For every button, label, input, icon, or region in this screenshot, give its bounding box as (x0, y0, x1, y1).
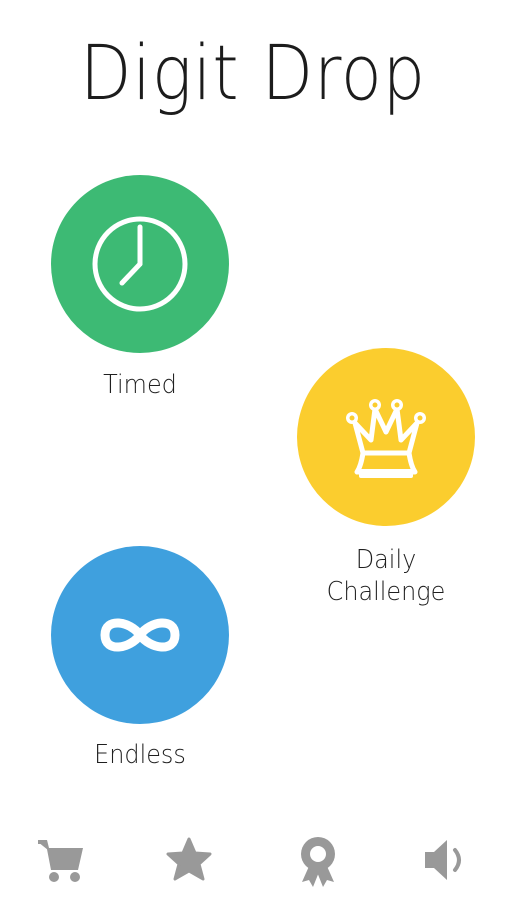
app-title: Digit Drop (80, 28, 426, 117)
crown-icon (346, 399, 426, 478)
bottom-toolbar (0, 820, 506, 900)
sound-button[interactable] (417, 830, 477, 890)
daily-label-line2: Challenge (326, 577, 446, 607)
daily-challenge-circle[interactable] (297, 348, 475, 526)
timed-circle[interactable] (51, 175, 229, 353)
daily-challenge-label: Daily Challenge (267, 544, 504, 608)
achievements-button[interactable] (288, 830, 348, 890)
daily-label-line1: Daily (355, 545, 417, 575)
infinity-icon (100, 618, 180, 652)
endless-circle[interactable] (51, 546, 229, 724)
endless-mode-button[interactable]: Endless (51, 546, 229, 786)
star-icon (166, 837, 212, 881)
award-ribbon-icon (301, 837, 335, 887)
endless-label: Endless (94, 740, 186, 770)
daily-challenge-mode-button[interactable]: Daily Challenge (297, 348, 475, 618)
timed-label: Timed (103, 370, 177, 400)
speaker-icon (425, 840, 461, 880)
clock-icon (92, 216, 188, 312)
rate-button[interactable] (159, 830, 219, 890)
timed-mode-button[interactable]: Timed (51, 175, 229, 415)
cart-icon (38, 840, 83, 882)
shop-button[interactable] (30, 830, 90, 890)
